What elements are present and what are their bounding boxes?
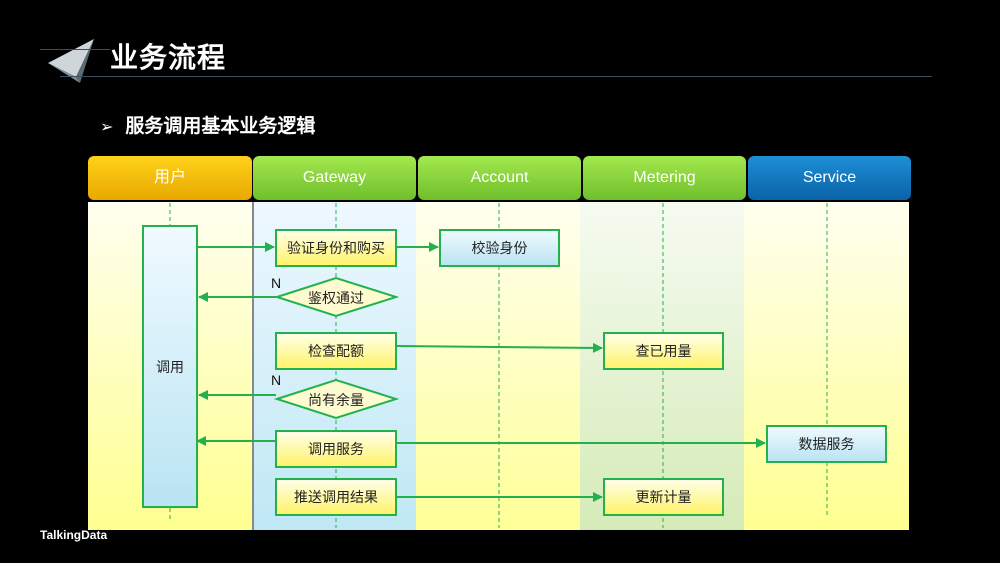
node-check-quota: 检查配额 (275, 332, 397, 370)
node-data-service: 数据服务 (766, 425, 887, 463)
node-verify-purchase: 验证身份和购买 (275, 229, 397, 267)
brand-logo: TalkingData (40, 528, 108, 542)
user-call-activation: 调用 (142, 225, 198, 508)
node-check-usage: 查已用量 (603, 332, 724, 370)
node-has-remaining: 尚有余量 (308, 393, 364, 409)
no-label-quota: N (271, 372, 282, 388)
node-call-service: 调用服务 (275, 430, 397, 468)
node-auth-passed: 鉴权通过 (308, 291, 364, 307)
arrow-quota-to-usage (395, 342, 603, 353)
node-check-identity: 校验身份 (439, 229, 560, 267)
node-update-metering: 更新计量 (603, 478, 724, 516)
no-label-auth: N (271, 275, 282, 291)
node-push-result: 推送调用结果 (275, 478, 397, 516)
user-call-label: 调用 (156, 359, 184, 376)
